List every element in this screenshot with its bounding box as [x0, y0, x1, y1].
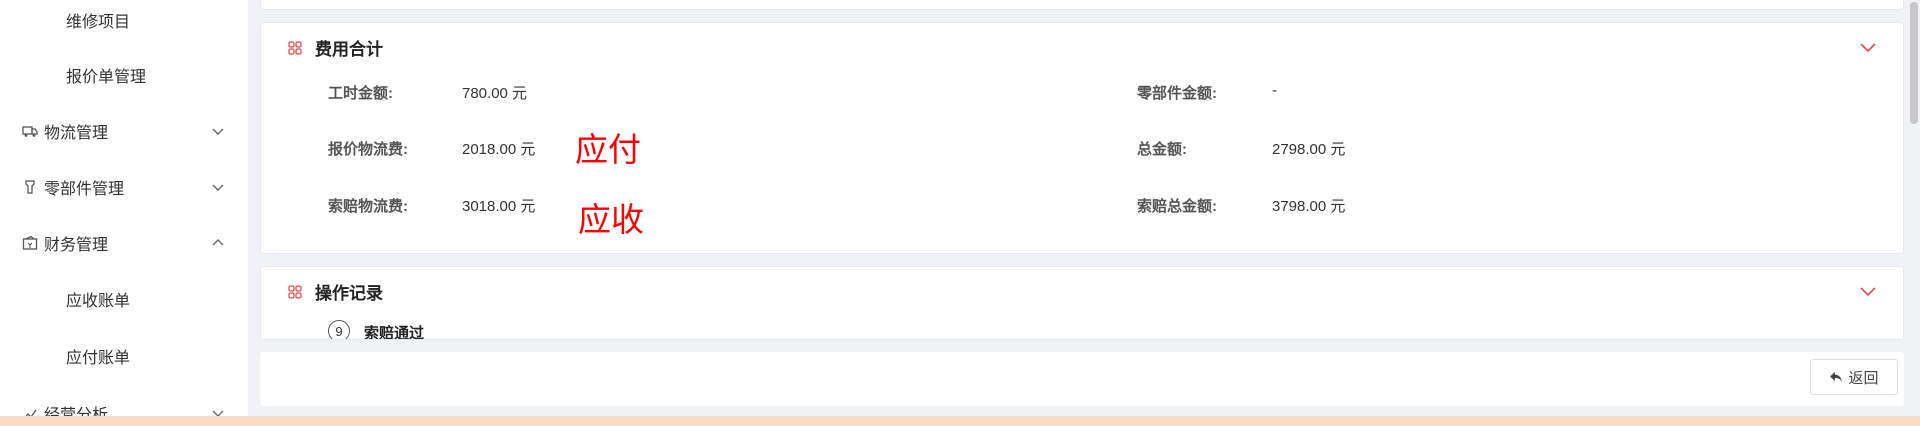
claim-logistics-value: 3018.00 元: [462, 198, 536, 215]
receivable-annotation: 应收: [578, 201, 644, 238]
sidebar-item-label: 维修项目: [66, 14, 131, 31]
sidebar-item-receivables[interactable]: 应收账单: [0, 279, 248, 319]
claim-total-label: 索赔总金额:: [1137, 198, 1217, 215]
sidebar-item-label: 应付账单: [66, 350, 131, 367]
claim-total-value: 3798.00 元: [1272, 198, 1346, 215]
parts-amount-value: -: [1272, 82, 1277, 99]
chevron-down-icon[interactable]: [1859, 282, 1877, 300]
sidebar-item-label: 零部件管理: [44, 181, 125, 198]
step-title: 索赔通过: [364, 325, 425, 340]
grid-icon: [288, 41, 302, 55]
card-title: 费用合计: [315, 39, 383, 59]
sidebar-item-logistics[interactable]: 物流管理: [0, 111, 248, 151]
scrollbar-thumb[interactable]: [1910, 2, 1918, 124]
sidebar: 维修项目 报价单管理 物流管理 零部件管理 财务管理 应收账单 应付账单 经营分…: [0, 0, 249, 426]
quote-logistics-value: 2018.00 元: [462, 141, 536, 158]
sidebar-item-payables[interactable]: 应付账单: [0, 336, 248, 376]
wallet-icon: [22, 235, 38, 251]
sidebar-item-label: 应收账单: [66, 293, 131, 310]
labor-amount-label: 工时金额:: [328, 85, 393, 102]
total-amount-label: 总金额:: [1137, 141, 1187, 158]
sidebar-item-repair-items[interactable]: 维修项目: [0, 0, 248, 40]
sidebar-item-label: 物流管理: [44, 125, 109, 142]
total-amount-value: 2798.00 元: [1272, 141, 1346, 158]
truck-icon: [22, 123, 38, 139]
card-title: 操作记录: [315, 283, 383, 303]
sidebar-item-finance[interactable]: 财务管理: [0, 223, 248, 263]
labor-amount-value: 780.00 元: [462, 85, 528, 102]
chevron-down-icon: [212, 184, 224, 191]
footer-bar: [260, 352, 1904, 406]
back-button-label: 返回: [1848, 369, 1879, 387]
operation-records-card: 操作记录 9 索赔通过: [260, 266, 1904, 340]
fee-summary-card: 费用合计 工时金额: 780.00 元 零部件金额: - 报价物流费: 2018…: [260, 22, 1904, 254]
claim-logistics-label: 索赔物流费:: [328, 198, 408, 215]
payable-annotation: 应付: [575, 131, 641, 168]
quote-logistics-label: 报价物流费:: [328, 141, 408, 158]
parts-amount-label: 零部件金额:: [1137, 85, 1217, 102]
fee-summary-header[interactable]: 费用合计: [261, 27, 1903, 67]
chevron-down-icon: [212, 128, 224, 135]
back-button[interactable]: 返回: [1810, 359, 1898, 395]
chevron-up-icon: [212, 239, 224, 246]
step-number-badge: 9: [328, 320, 350, 339]
wrench-icon: [22, 179, 38, 195]
reply-arrow-icon: [1830, 372, 1843, 382]
sidebar-item-quote-management[interactable]: 报价单管理: [0, 55, 248, 95]
main-content: 费用合计 工时金额: 780.00 元 零部件金额: - 报价物流费: 2018…: [248, 0, 1920, 426]
bottom-strip: [0, 416, 1920, 426]
previous-card: [260, 0, 1904, 10]
grid-icon: [288, 285, 302, 299]
operation-records-header[interactable]: 操作记录: [261, 271, 1903, 311]
sidebar-item-parts[interactable]: 零部件管理: [0, 167, 248, 207]
chevron-down-icon[interactable]: [1859, 38, 1877, 56]
sidebar-item-label: 财务管理: [44, 237, 109, 254]
sidebar-item-label: 报价单管理: [66, 69, 147, 86]
